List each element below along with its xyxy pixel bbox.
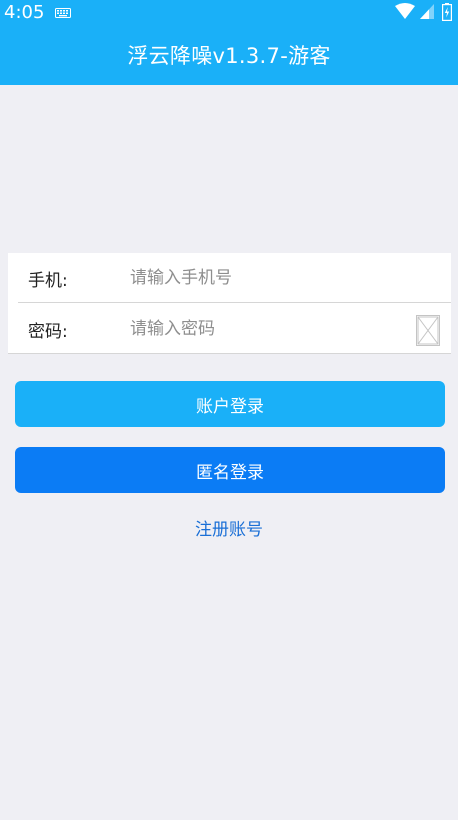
eye-toggle-icon[interactable] (416, 315, 440, 346)
phone-row: 手机: (8, 253, 451, 303)
battery-icon (442, 3, 452, 21)
keyboard-icon (55, 8, 71, 18)
login-form: 手机: 密码: (8, 253, 451, 354)
app-title: 浮云降噪v1.3.7-游客 (127, 44, 331, 68)
anonymous-login-button[interactable]: 匿名登录 (15, 447, 445, 493)
register-link[interactable]: 注册账号 (0, 515, 458, 540)
app-bar: 浮云降噪v1.3.7-游客 (0, 25, 458, 85)
phone-input[interactable] (130, 260, 400, 296)
password-row: 密码: (8, 304, 451, 354)
phone-label: 手机: (28, 270, 68, 291)
wifi-icon (395, 3, 415, 19)
password-input[interactable] (130, 311, 400, 347)
form-bottom-divider (8, 353, 451, 354)
signal-icon (420, 4, 434, 19)
account-login-button[interactable]: 账户登录 (15, 381, 445, 427)
row-divider (18, 302, 451, 303)
status-time: 4:05 (4, 2, 45, 23)
password-label: 密码: (28, 321, 68, 342)
status-bar: 4:05 (0, 0, 458, 25)
